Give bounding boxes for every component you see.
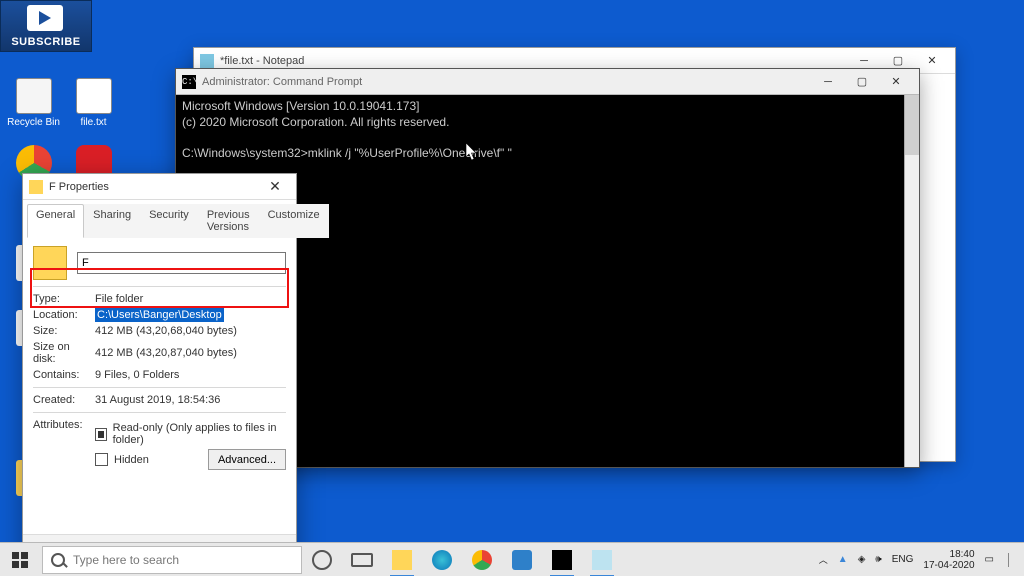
cmd-icon: C:\ — [182, 75, 196, 89]
maximize-button[interactable]: ▢ — [845, 71, 879, 93]
cmd-line-1: Microsoft Windows [Version 10.0.19041.17… — [182, 99, 419, 113]
tab-sharing[interactable]: Sharing — [84, 204, 140, 238]
properties-title: F Properties — [49, 181, 260, 193]
folder-name-input[interactable] — [77, 252, 286, 274]
properties-body: Type:File folder Location:C:\Users\Bange… — [23, 238, 296, 483]
search-icon — [51, 553, 65, 567]
close-button[interactable]: ✕ — [879, 71, 913, 93]
close-button[interactable]: ✕ — [915, 50, 949, 72]
windows-logo-icon — [12, 552, 28, 568]
chrome-icon — [472, 550, 492, 570]
subscribe-label: SUBSCRIBE — [11, 36, 80, 48]
cmd-line-2: (c) 2020 Microsoft Corporation. All righ… — [182, 115, 449, 129]
text-file-icon — [76, 78, 112, 114]
location-label: Location: — [33, 309, 95, 321]
subscribe-overlay: SUBSCRIBE — [0, 0, 92, 52]
taskbar-time: 18:40 — [923, 549, 974, 560]
edge-icon — [432, 550, 452, 570]
contains-label: Contains: — [33, 369, 95, 381]
cmd-titlebar[interactable]: C:\ Administrator: Command Prompt ─ ▢ ✕ — [176, 69, 919, 95]
folder-icon — [29, 180, 43, 194]
hidden-checkbox[interactable] — [95, 453, 108, 466]
cortana-button[interactable] — [302, 543, 342, 576]
created-label: Created: — [33, 394, 95, 406]
scrollbar-thumb[interactable] — [905, 95, 919, 155]
taskbar-edge[interactable] — [422, 543, 462, 576]
explorer-icon — [392, 550, 412, 570]
size-on-disk-label: Size on disk: — [33, 341, 95, 365]
cmd-title: Administrator: Command Prompt — [202, 76, 811, 88]
task-view-button[interactable] — [342, 543, 382, 576]
network-tray-icon[interactable]: ◈ — [858, 554, 866, 565]
taskbar-date: 17-04-2020 — [923, 560, 974, 571]
type-value: File folder — [95, 293, 286, 305]
properties-tabs: General Sharing Security Previous Versio… — [27, 204, 292, 238]
taskbar-explorer[interactable] — [382, 543, 422, 576]
wise-icon — [512, 550, 532, 570]
tab-general[interactable]: General — [27, 204, 84, 238]
cmd-prompt-line: C:\Windows\system32>mklink /j "%UserProf… — [182, 146, 512, 160]
cmd-taskbar-icon — [552, 550, 572, 570]
tab-customize[interactable]: Customize — [259, 204, 329, 238]
minimize-button[interactable]: ─ — [811, 71, 845, 93]
cmd-scrollbar[interactable] — [904, 95, 919, 467]
properties-dialog[interactable]: F Properties ✕ General Sharing Security … — [22, 173, 297, 573]
search-placeholder: Type here to search — [73, 553, 179, 567]
taskbar-notepad[interactable] — [582, 543, 622, 576]
folder-large-icon — [33, 246, 67, 280]
size-on-disk-value: 412 MB (43,20,87,040 bytes) — [95, 347, 286, 359]
size-value: 412 MB (43,20,68,040 bytes) — [95, 325, 286, 337]
task-view-icon — [351, 553, 373, 567]
created-value: 31 August 2019, 18:54:36 — [95, 394, 286, 406]
taskbar: Type here to search ︿ ▲ ◈ 🕪 ENG 18:40 17… — [0, 542, 1024, 576]
notifications-button[interactable]: ▭ — [985, 554, 994, 565]
location-value[interactable]: C:\Users\Banger\Desktop — [95, 308, 224, 322]
play-icon — [27, 5, 63, 31]
taskbar-wise[interactable] — [502, 543, 542, 576]
size-label: Size: — [33, 325, 95, 337]
desktop-icon-file-txt[interactable]: file.txt — [66, 78, 121, 128]
notepad-taskbar-icon — [592, 550, 612, 570]
contains-value: 9 Files, 0 Folders — [95, 369, 286, 381]
tab-previous-versions[interactable]: Previous Versions — [198, 204, 259, 238]
hidden-label: Hidden — [114, 454, 149, 466]
language-indicator[interactable]: ENG — [892, 554, 914, 565]
close-button[interactable]: ✕ — [260, 178, 290, 195]
tab-security[interactable]: Security — [140, 204, 198, 238]
system-tray: ︿ ▲ ◈ 🕪 ENG 18:40 17-04-2020 ▭ — [811, 549, 1024, 571]
taskbar-cmd[interactable] — [542, 543, 582, 576]
taskbar-chrome[interactable] — [462, 543, 502, 576]
start-button[interactable] — [0, 543, 40, 576]
volume-tray-icon[interactable]: 🕪 — [875, 554, 881, 565]
readonly-label: Read-only (Only applies to files in fold… — [113, 422, 286, 446]
desktop-icon-recycle-bin[interactable]: Recycle Bin — [6, 78, 61, 128]
show-desktop-button[interactable] — [1008, 553, 1016, 567]
taskbar-search[interactable]: Type here to search — [42, 546, 302, 574]
properties-titlebar[interactable]: F Properties ✕ — [23, 174, 296, 200]
taskbar-clock[interactable]: 18:40 17-04-2020 — [923, 549, 974, 571]
recycle-bin-icon — [16, 78, 52, 114]
recycle-bin-label: Recycle Bin — [7, 117, 60, 128]
attributes-label: Attributes: — [33, 419, 95, 431]
cortana-icon — [312, 550, 332, 570]
tray-overflow-button[interactable]: ︿ — [819, 553, 828, 566]
type-label: Type: — [33, 293, 95, 305]
readonly-checkbox[interactable] — [95, 428, 107, 441]
advanced-button[interactable]: Advanced... — [208, 449, 286, 470]
notepad-icon — [200, 54, 214, 68]
onedrive-tray-icon[interactable]: ▲ — [838, 554, 848, 565]
file-txt-label: file.txt — [80, 117, 106, 128]
notepad-title: *file.txt - Notepad — [220, 55, 847, 67]
